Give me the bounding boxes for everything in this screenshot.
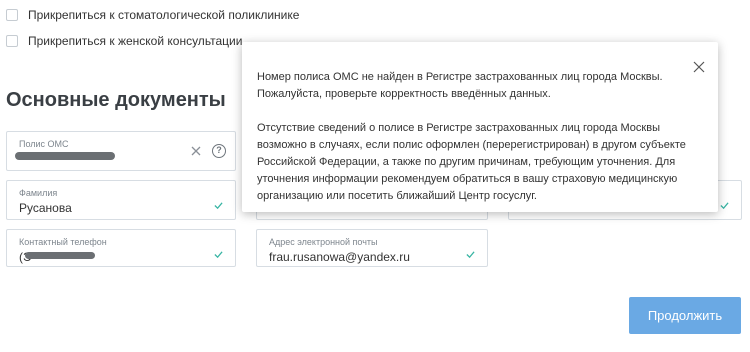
page: Прикрепиться к стоматологической поликли… xyxy=(0,0,750,352)
check-icon xyxy=(214,202,223,210)
phone-field[interactable]: Контактный телефон (Э xyxy=(6,229,236,267)
check-icon xyxy=(214,251,223,259)
email-field-value: frau.rusanowa@yandex.ru xyxy=(269,250,410,264)
error-modal: Номер полиса ОМС не найден в Регистре за… xyxy=(242,42,718,212)
section-title: Основные документы xyxy=(6,89,226,111)
checkbox-label: Прикрепиться к стоматологической поликли… xyxy=(28,8,300,22)
checkbox-box[interactable] xyxy=(6,9,18,21)
check-icon xyxy=(720,202,729,210)
email-field-label: Адрес электронной почты xyxy=(269,237,378,247)
redacted-value xyxy=(25,252,95,259)
oms-field-label: Полис ОМС xyxy=(19,139,69,149)
clear-icon[interactable] xyxy=(191,146,201,156)
continue-button[interactable]: Продолжить xyxy=(629,297,741,334)
checkbox-box[interactable] xyxy=(6,35,18,47)
checkbox-label: Прикрепиться к женской консультации xyxy=(28,34,243,48)
checkbox-dental-clinic[interactable]: Прикрепиться к стоматологической поликли… xyxy=(6,8,299,22)
phone-field-label: Контактный телефон xyxy=(19,237,107,247)
info-icon[interactable]: ? xyxy=(212,144,226,158)
surname-field[interactable]: Фамилия Русанова xyxy=(6,180,236,220)
modal-paragraph: Номер полиса ОМС не найден в Регистре за… xyxy=(257,71,663,100)
check-icon xyxy=(466,251,475,259)
redacted-value xyxy=(15,152,115,160)
oms-field[interactable]: Полис ОМС ? xyxy=(6,131,236,171)
modal-paragraph: Отсутствие сведений о полисе в Регистре … xyxy=(257,122,686,202)
surname-field-value: Русанова xyxy=(19,201,72,215)
checkbox-womens-clinic[interactable]: Прикрепиться к женской консультации xyxy=(6,34,242,48)
email-field[interactable]: Адрес электронной почты frau.rusanowa@ya… xyxy=(256,229,488,267)
surname-field-label: Фамилия xyxy=(19,188,58,198)
modal-body: Номер полиса ОМС не найден в Регистре за… xyxy=(257,69,697,205)
